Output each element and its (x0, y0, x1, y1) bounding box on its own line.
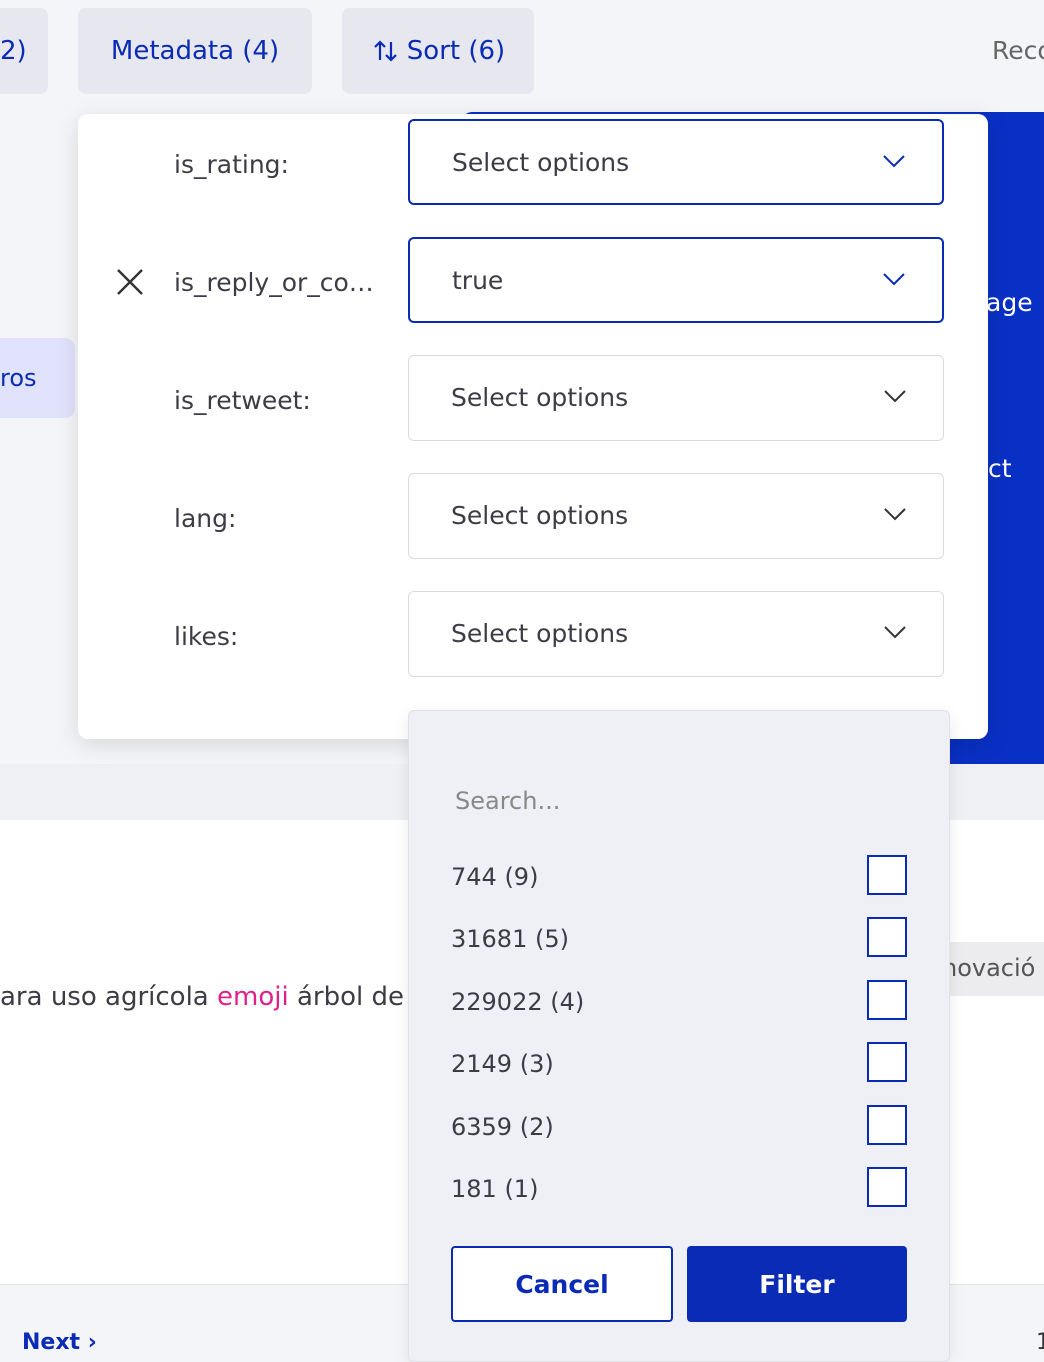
chevron-down-icon (884, 508, 906, 521)
option-checkbox[interactable] (867, 1167, 907, 1207)
metadata-button[interactable]: Metadata (4) (78, 8, 312, 94)
option-checkbox[interactable] (867, 1042, 907, 1082)
select-lang[interactable]: Select options (408, 473, 944, 559)
select-likes[interactable]: Select options (408, 591, 944, 677)
option-checkbox[interactable] (867, 980, 907, 1020)
toolbar: 2) Metadata (4) Sort (6) Reco (0, 0, 1044, 112)
filter-label-lang: lang: (174, 504, 237, 533)
blue-panel-text-2: ct (988, 454, 1012, 483)
select-value: Select options (452, 148, 630, 177)
cancel-button[interactable]: Cancel (451, 1246, 673, 1322)
filter-pill[interactable]: ros (0, 338, 75, 418)
page-number: 1 (1036, 1330, 1044, 1355)
select-value: Select options (451, 619, 629, 648)
option-label: 229022 (4) (451, 988, 585, 1016)
option-label: 744 (9) (451, 863, 539, 891)
select-is-retweet[interactable]: Select options (408, 355, 944, 441)
partial-button-label: 2) (0, 36, 27, 66)
option-row[interactable]: 744 (9) (409, 853, 949, 903)
record-tag[interactable]: novació (938, 942, 1044, 996)
option-row[interactable]: 31681 (5) (409, 915, 949, 965)
reco-label[interactable]: Reco (992, 36, 1044, 65)
metadata-filter-modal: is_rating: Select options is_reply_or_co… (78, 114, 988, 739)
filter-pill-label: ros (0, 364, 37, 392)
record-text-prefix: ara uso agrícola (0, 982, 217, 1012)
option-row[interactable]: 229022 (4) (409, 978, 949, 1028)
chevron-down-icon (884, 390, 906, 403)
sort-button[interactable]: Sort (6) (342, 8, 534, 94)
chevron-down-icon (883, 155, 905, 168)
select-value: true (452, 266, 504, 295)
filter-label-is-retweet: is_retweet: (174, 386, 311, 415)
option-row[interactable]: 181 (1) (409, 1165, 949, 1215)
option-row[interactable]: 6359 (2) (409, 1103, 949, 1153)
close-icon[interactable] (114, 266, 146, 298)
filter-button[interactable]: Filter (687, 1246, 907, 1322)
option-checkbox[interactable] (867, 917, 907, 957)
select-is-rating[interactable]: Select options (408, 119, 944, 205)
select-is-reply[interactable]: true (408, 237, 944, 323)
sort-icon (374, 40, 397, 62)
sort-button-label: Sort (6) (406, 36, 506, 66)
select-value: Select options (451, 501, 629, 530)
filter-label-is-reply: is_reply_or_co… (174, 268, 374, 297)
option-label: 2149 (3) (451, 1050, 554, 1078)
blue-panel-text: age (986, 288, 1033, 317)
chevron-down-icon (884, 626, 906, 639)
option-row[interactable]: 2149 (3) (409, 1040, 949, 1090)
filter-label-likes: likes: (174, 622, 239, 651)
record-text-suffix: árbol de (288, 982, 404, 1012)
option-checkbox[interactable] (867, 1105, 907, 1145)
record-text: ara uso agrícola emoji árbol de (0, 982, 404, 1012)
option-label: 31681 (5) (451, 925, 569, 953)
record-tag-label: novació (942, 954, 1036, 982)
select-value: Select options (451, 383, 629, 412)
next-page-link[interactable]: Next › (22, 1330, 97, 1355)
filter-label-is-rating: is_rating: (174, 150, 289, 179)
option-label: 6359 (2) (451, 1113, 554, 1141)
chevron-down-icon (883, 273, 905, 286)
metadata-button-label: Metadata (4) (110, 36, 280, 66)
option-label: 181 (1) (451, 1175, 539, 1203)
option-checkbox[interactable] (867, 855, 907, 895)
likes-options-dropdown: Search... 744 (9) 31681 (5) 229022 (4) 2… (408, 710, 950, 1362)
record-text-highlight: emoji (217, 982, 289, 1012)
search-input[interactable]: Search... (455, 787, 560, 815)
partial-toolbar-button[interactable]: 2) (0, 8, 48, 94)
